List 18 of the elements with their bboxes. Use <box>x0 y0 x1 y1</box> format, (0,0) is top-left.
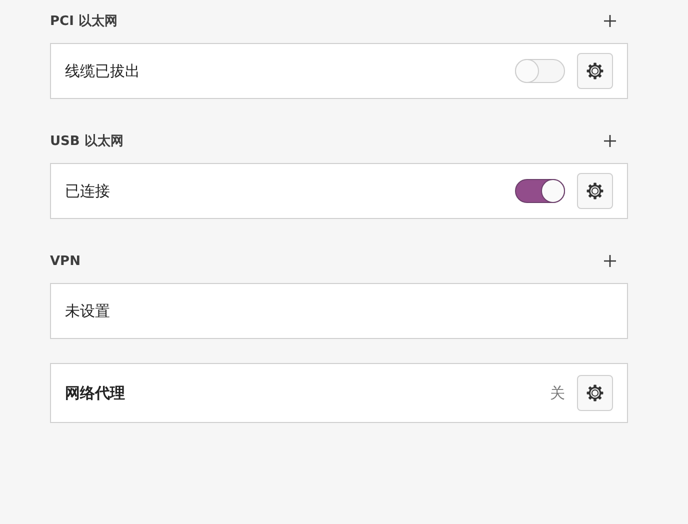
settings-button[interactable] <box>577 173 613 209</box>
gear-icon <box>586 182 604 200</box>
proxy-label: 网络代理 <box>65 384 126 402</box>
gear-icon <box>586 62 604 80</box>
settings-button[interactable] <box>577 375 613 411</box>
plus-icon <box>603 134 617 148</box>
connection-status: 未设置 <box>65 302 111 320</box>
connection-switch[interactable] <box>515 179 565 203</box>
section-title: USB 以太网 <box>50 133 124 150</box>
section-title: VPN <box>50 254 80 268</box>
plus-icon <box>603 254 617 268</box>
proxy-status: 关 <box>550 384 565 402</box>
plus-icon <box>603 14 617 28</box>
section-title: PCI 以太网 <box>50 13 118 30</box>
connection-status: 已连接 <box>65 182 111 200</box>
settings-button[interactable] <box>577 53 613 89</box>
connection-status: 线缆已拔出 <box>65 62 141 80</box>
gear-icon <box>586 384 604 402</box>
